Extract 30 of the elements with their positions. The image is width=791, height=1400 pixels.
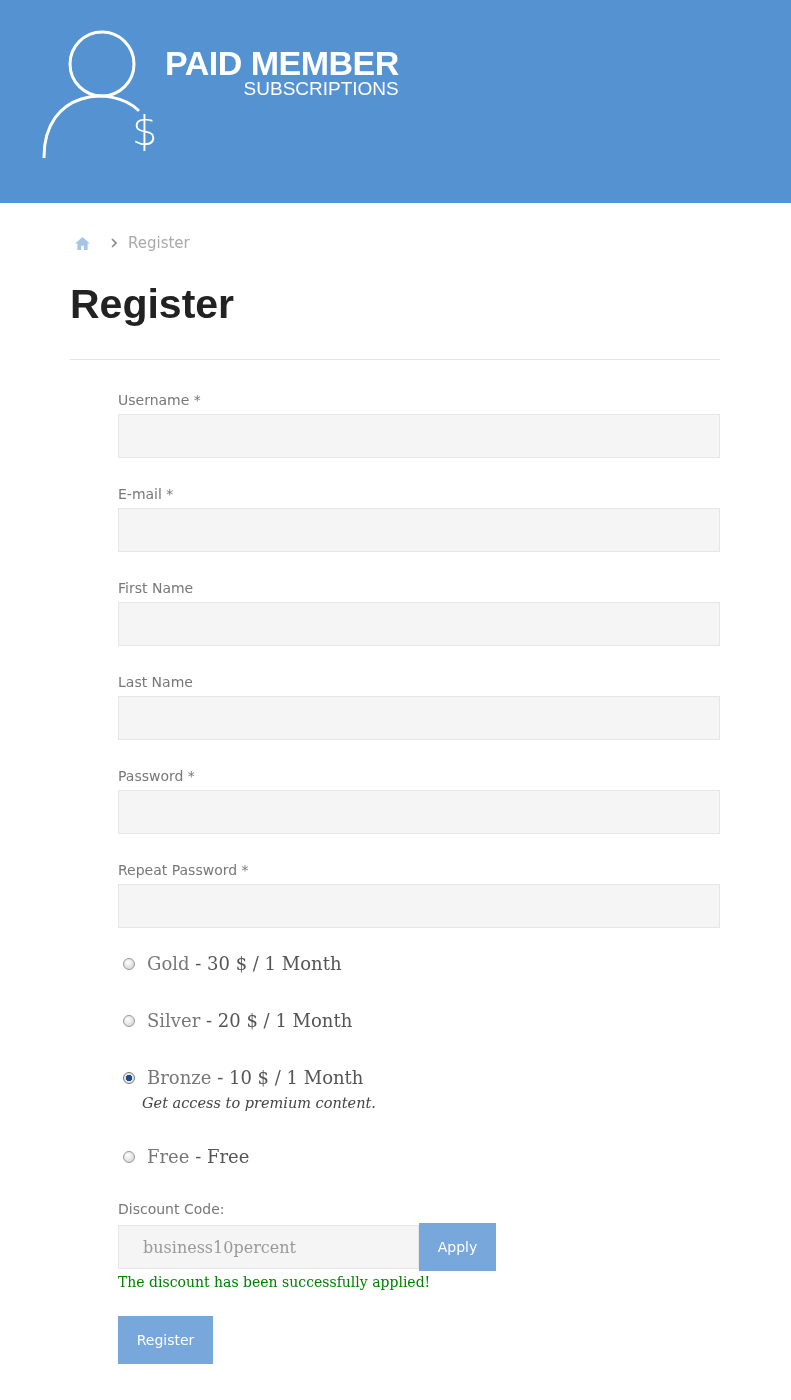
field-label: Repeat Password * bbox=[118, 861, 250, 880]
field-label: Username * bbox=[118, 391, 202, 410]
radio-button[interactable] bbox=[123, 1072, 135, 1084]
plan-description: Get access to premium content. bbox=[142, 1094, 377, 1113]
field-label: Last Name bbox=[118, 673, 194, 692]
input-field[interactable] bbox=[118, 414, 720, 458]
logo-dollar-sign: $ bbox=[132, 107, 158, 155]
breadcrumb-current: Register bbox=[128, 233, 190, 253]
field-label: First Name bbox=[118, 579, 195, 598]
plan-label[interactable]: Gold - 30 $ / 1 Month bbox=[147, 950, 342, 978]
discount-code-label: Discount Code: bbox=[118, 1200, 226, 1219]
plan-label[interactable]: Bronze - 10 $ / 1 Month bbox=[147, 1064, 364, 1092]
radio-button[interactable] bbox=[123, 958, 135, 970]
input-field[interactable] bbox=[118, 602, 720, 646]
chevron-right-icon bbox=[111, 238, 117, 248]
input-field[interactable] bbox=[118, 790, 720, 834]
logo-subtitle: SUBSCRIPTIONS bbox=[243, 80, 399, 98]
input-field[interactable] bbox=[118, 696, 720, 740]
field-label: E-mail * bbox=[118, 485, 175, 504]
input-field[interactable] bbox=[118, 508, 720, 552]
home-icon[interactable] bbox=[75, 236, 90, 250]
page-title: Register bbox=[70, 280, 236, 329]
discount-success-message: The discount has been successfully applied! bbox=[118, 1273, 432, 1292]
plan-label[interactable]: Free - Free bbox=[147, 1143, 250, 1171]
input-field[interactable] bbox=[118, 884, 720, 928]
radio-button[interactable] bbox=[123, 1015, 135, 1027]
logo-title: PAID MEMBER bbox=[165, 47, 399, 80]
radio-button[interactable] bbox=[123, 1151, 135, 1163]
plan-label[interactable]: Silver - 20 $ / 1 Month bbox=[147, 1007, 353, 1035]
field-label: Password * bbox=[118, 767, 196, 786]
